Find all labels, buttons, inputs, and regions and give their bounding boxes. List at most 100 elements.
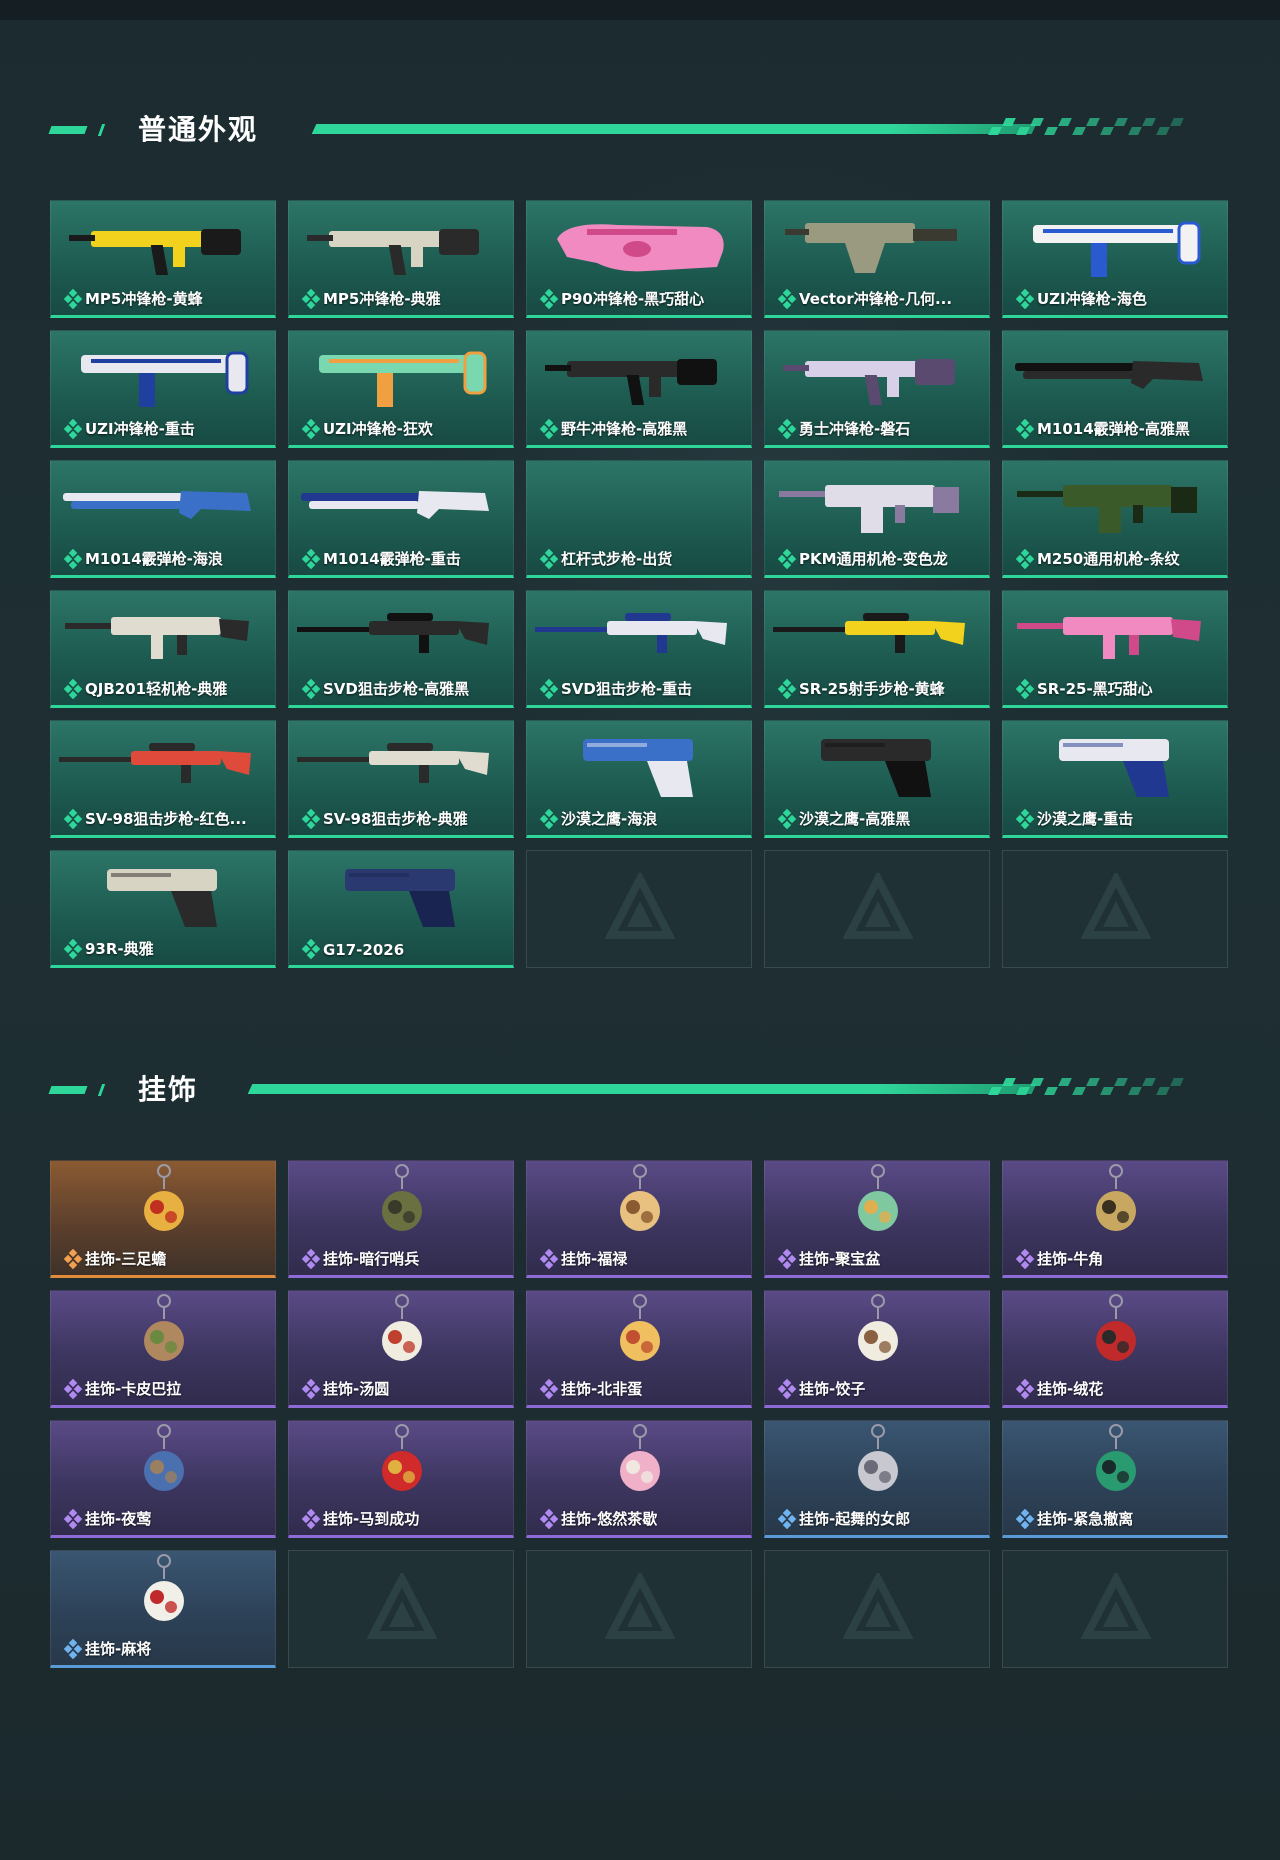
header-accent-tick [97,1084,106,1096]
rarity-diamond-icon [301,1378,321,1400]
charm-card[interactable]: 挂饰-牛角 [1002,1160,1228,1278]
charm-card[interactable]: 挂饰-紧急撤离 [1002,1420,1228,1538]
rarity-diamond-icon [63,938,83,960]
skin-card[interactable]: SVD狙击步枪-重击 [526,590,752,708]
weapon-image [779,485,959,533]
charm-card[interactable]: 挂饰-起舞的女郎 [764,1420,990,1538]
skin-card[interactable]: 沙漠之鹰-重击 [1002,720,1228,838]
skin-card[interactable]: UZI冲锋枪-重击 [50,330,276,448]
charm-image [144,1294,184,1361]
rarity-diamond-icon [301,1248,321,1270]
weapon-image [81,351,249,407]
charm-card[interactable]: 挂饰-汤圆 [288,1290,514,1408]
skin-label: QJB201轻机枪-典雅 [85,680,228,698]
section-title-charms: 挂饰 [138,1073,199,1106]
weapon-image [107,869,217,927]
charm-card[interactable]: 挂饰-饺子 [764,1290,990,1408]
charm-card[interactable]: 挂饰-悠然茶歇 [526,1420,752,1538]
placeholder-logo-icon [605,1573,675,1639]
skin-card[interactable]: 沙漠之鹰-高雅黑 [764,720,990,838]
rarity-diamond-icon [1015,1248,1035,1270]
skin-label: SV-98狙击步枪-典雅 [323,810,468,828]
skin-card[interactable]: SR-25射手步枪-黄蜂 [764,590,990,708]
charm-label: 挂饰-北非蛋 [561,1380,643,1398]
skin-card[interactable]: 勇士冲锋枪-磐石 [764,330,990,448]
charm-card[interactable]: 挂饰-夜莺 [50,1420,276,1538]
rarity-diamond-icon [1015,1378,1035,1400]
skin-card[interactable]: QJB201轻机枪-典雅 [50,590,276,708]
charm-image [620,1294,660,1361]
charm-card[interactable]: 挂饰-北非蛋 [526,1290,752,1408]
skin-card[interactable]: 93R-典雅 [50,850,276,968]
skin-card[interactable]: M1014霰弹枪-高雅黑 [1002,330,1228,448]
charm-label: 挂饰-聚宝盆 [799,1250,881,1268]
rarity-diamond-icon [1015,1508,1035,1530]
skin-card[interactable]: 杠杆式步枪-出货 [526,460,752,578]
header-line [247,1084,1037,1094]
charm-image [382,1294,422,1361]
charm-card[interactable]: 挂饰-麻将 [50,1550,276,1668]
weapon-image [583,739,693,797]
weapon-image [785,223,957,273]
weapon-image [545,359,717,405]
placeholder-logo-icon [605,873,675,939]
rarity-diamond-icon [539,808,559,830]
skin-card[interactable]: M1014霰弹枪-重击 [288,460,514,578]
skin-card[interactable]: G17-2026 [288,850,514,968]
skin-label: SR-25射手步枪-黄蜂 [799,680,945,698]
weapon-image [1015,361,1203,389]
charm-label: 挂饰-绒花 [1037,1380,1104,1398]
skin-label: MP5冲锋枪-典雅 [323,290,441,308]
charm-image [620,1164,660,1231]
skin-card[interactable]: MP5冲锋枪-黄蜂 [50,200,276,318]
charm-label: 挂饰-汤圆 [323,1380,390,1398]
skin-card[interactable]: 野牛冲锋枪-高雅黑 [526,330,752,448]
empty-slot [764,850,990,968]
rarity-diamond-icon [63,548,83,570]
skin-label: UZI冲锋枪-海色 [1037,290,1147,308]
charm-card[interactable]: 挂饰-暗行哨兵 [288,1160,514,1278]
charm-card[interactable]: 挂饰-聚宝盆 [764,1160,990,1278]
charm-card[interactable]: 挂饰-三足蟾 [50,1160,276,1278]
rarity-diamond-icon [539,1378,559,1400]
charm-card[interactable]: 挂饰-马到成功 [288,1420,514,1538]
rarity-diamond-icon [63,1248,83,1270]
weapon-image [783,359,955,405]
rarity-diamond-icon [539,548,559,570]
weapon-image [1059,739,1169,797]
skin-card[interactable]: M250通用机枪-条纹 [1002,460,1228,578]
skin-card[interactable]: M1014霰弹枪-海浪 [50,460,276,578]
rarity-diamond-icon [539,418,559,440]
skin-label: 93R-典雅 [85,940,154,958]
weapon-image [773,613,965,653]
skin-card[interactable]: P90冲锋枪-黑巧甜心 [526,200,752,318]
rarity-diamond-icon [777,1508,797,1530]
skin-card[interactable]: UZI冲锋枪-狂欢 [288,330,514,448]
skin-card[interactable]: SVD狙击步枪-高雅黑 [288,590,514,708]
charm-card[interactable]: 挂饰-卡皮巴拉 [50,1290,276,1408]
charm-label: 挂饰-牛角 [1037,1250,1104,1268]
skin-card[interactable]: 沙漠之鹰-海浪 [526,720,752,838]
rarity-diamond-icon [63,678,83,700]
empty-slot [288,1550,514,1668]
skin-card[interactable]: SR-25-黑巧甜心 [1002,590,1228,708]
weapon-image [1017,485,1197,533]
rarity-diamond-icon [777,678,797,700]
skin-card[interactable]: UZI冲锋枪-海色 [1002,200,1228,318]
skin-label: SR-25-黑巧甜心 [1037,680,1153,698]
skin-card[interactable]: SV-98狙击步枪-红色... [50,720,276,838]
rarity-diamond-icon [777,548,797,570]
skin-card[interactable]: PKM通用机枪-变色龙 [764,460,990,578]
charm-image [1096,1164,1136,1231]
charm-card[interactable]: 挂饰-绒花 [1002,1290,1228,1408]
skin-label: SV-98狙击步枪-红色... [85,810,247,828]
skin-card[interactable]: MP5冲锋枪-典雅 [288,200,514,318]
skin-card[interactable]: Vector冲锋枪-几何... [764,200,990,318]
header-checker-pattern [988,1078,1190,1096]
charm-card[interactable]: 挂饰-福禄 [526,1160,752,1278]
weapon-image [301,491,489,519]
weapon-image [535,613,727,653]
charm-label: 挂饰-三足蟾 [85,1250,167,1268]
skin-card[interactable]: SV-98狙击步枪-典雅 [288,720,514,838]
skin-label: G17-2026 [323,941,405,959]
